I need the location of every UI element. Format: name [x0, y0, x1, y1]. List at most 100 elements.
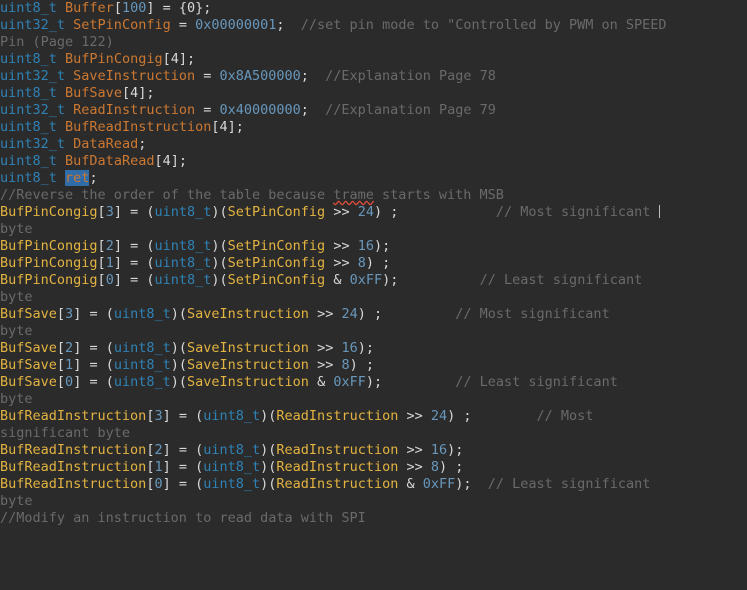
code-line[interactable]: uint8_t BufReadInstruction[4]; — [0, 119, 747, 136]
code-line[interactable]: BufSave[2] = (uint8_t)(SaveInstruction >… — [0, 340, 747, 357]
identifier: ReadInstruction — [73, 102, 196, 118]
code-line[interactable]: BufPinCongig[1] = (uint8_t)(SetPinConfig… — [0, 255, 747, 272]
comment-continuation: byte — [0, 289, 33, 305]
code-line[interactable]: uint32_t SaveInstruction = 0x8A500000; /… — [0, 68, 747, 85]
code-line[interactable]: BufPinCongig[2] = (uint8_t)(SetPinConfig… — [0, 238, 747, 255]
code-line[interactable]: byte — [0, 289, 747, 306]
source-variable: SaveInstruction — [187, 340, 309, 356]
shift-amount: 8 — [430, 459, 439, 475]
hex-literal: 0x00000001 — [195, 17, 277, 33]
bracket-open: [ — [97, 272, 106, 288]
type-keyword: uint8_t — [0, 119, 57, 135]
code-line[interactable]: uint32_t SetPinConfig = 0x00000001; //se… — [0, 17, 747, 34]
code-line[interactable]: BufReadInstruction[3] = (uint8_t)(ReadIn… — [0, 408, 747, 425]
assign-target: BufReadInstruction — [0, 476, 147, 492]
trailing-comment: // Most significant — [495, 204, 659, 220]
code-line[interactable]: BufPinCongig[0] = (uint8_t)(SetPinConfig… — [0, 272, 747, 289]
bracket-open: [ — [56, 306, 66, 322]
line-comment: //Modify an instruction to read data wit… — [0, 510, 366, 526]
shift-amount: 24 — [357, 204, 374, 220]
type-keyword: uint8_t — [0, 170, 57, 186]
text-cursor — [659, 205, 661, 218]
comment-continuation: significant byte — [0, 425, 131, 441]
assign-target: BufSave — [0, 374, 57, 390]
array-decl: [4]; — [162, 51, 196, 67]
selected-identifier[interactable]: ret — [65, 170, 90, 186]
bracket-open: [ — [56, 340, 66, 356]
code-line[interactable]: BufSave[3] = (uint8_t)(SaveInstruction >… — [0, 306, 747, 323]
bracket-close: ] — [146, 0, 155, 16]
line-comment: //Explanation Page 79 — [308, 102, 496, 118]
array-decl: [4]; — [211, 119, 244, 135]
assign-operator: = ( — [170, 442, 204, 458]
code-line[interactable]: byte — [0, 391, 747, 408]
code-line[interactable]: //Reverse the order of the table because… — [0, 187, 747, 204]
code-line[interactable]: byte — [0, 221, 747, 238]
shift-amount: 8 — [357, 255, 366, 271]
code-line[interactable]: uint8_t Buffer[100] = {0}; — [0, 0, 747, 17]
code-line[interactable]: //Modify an instruction to read data wit… — [0, 510, 747, 527]
cast-type: uint8_t — [113, 306, 171, 322]
mask-value: 0xFF — [422, 476, 456, 492]
cast-type: uint8_t — [154, 238, 212, 254]
comment-continuation: byte — [0, 391, 33, 407]
statement-tail: ) ; — [365, 255, 391, 271]
code-editor[interactable]: uint8_t Buffer[100] = {0}; uint32_t SetP… — [0, 0, 747, 590]
code-line[interactable]: uint8_t BufSave[4]; — [0, 85, 747, 102]
code-line[interactable]: uint32_t DataRead; — [0, 136, 747, 153]
code-line[interactable]: uint8_t ret; — [0, 170, 747, 187]
source-variable: SetPinConfig — [227, 255, 326, 271]
code-line[interactable]: BufSave[0] = (uint8_t)(SaveInstruction &… — [0, 374, 747, 391]
bracket-close: ] — [162, 459, 171, 475]
code-line[interactable]: byte — [0, 493, 747, 510]
code-line[interactable]: BufReadInstruction[2] = (uint8_t)(ReadIn… — [0, 442, 747, 459]
paren: )( — [260, 476, 277, 492]
paren: )( — [170, 340, 188, 356]
source-variable: ReadInstruction — [276, 408, 399, 424]
shift-operator: >> — [308, 306, 342, 322]
code-line[interactable]: BufSave[1] = (uint8_t)(SaveInstruction >… — [0, 357, 747, 374]
assign-operator: = ( — [81, 374, 114, 390]
code-line[interactable]: Pin (Page 122) — [0, 34, 747, 51]
array-index: 0 — [154, 476, 163, 492]
assign-operator: = — [195, 102, 220, 118]
assign-operator: = — [170, 17, 196, 33]
code-line[interactable]: significant byte — [0, 425, 747, 442]
code-line[interactable]: BufReadInstruction[1] = (uint8_t)(ReadIn… — [0, 459, 747, 476]
identifier: DataRead — [73, 136, 139, 152]
source-variable: SetPinConfig — [227, 204, 326, 220]
bracket-close: ] — [162, 476, 171, 492]
assign-target: BufPinCongig — [0, 272, 98, 288]
array-index: 2 — [105, 238, 114, 254]
code-line[interactable]: BufReadInstruction[0] = (uint8_t)(ReadIn… — [0, 476, 747, 493]
trailing-comment: // Least significant — [479, 272, 643, 288]
identifier: BufDataRead — [65, 153, 155, 169]
assign-target: BufSave — [0, 306, 57, 322]
shift-amount: 16 — [357, 238, 374, 254]
comment-continuation: byte — [0, 323, 33, 339]
cast-type: uint8_t — [113, 340, 171, 356]
code-line[interactable]: uint8_t BufDataRead[4]; — [0, 153, 747, 170]
type-keyword: uint32_t — [0, 136, 66, 152]
code-line[interactable]: byte — [0, 323, 747, 340]
cast-type: uint8_t — [203, 442, 261, 458]
code-line[interactable]: uint8_t BufPinCongig[4]; — [0, 51, 747, 68]
semicolon: ; — [276, 17, 285, 33]
paren: )( — [211, 272, 228, 288]
identifier: BufReadInstruction — [65, 119, 212, 135]
array-decl: [4]; — [154, 153, 187, 169]
mask-operator: & — [325, 272, 350, 288]
line-comment: //Reverse the order of the table because — [0, 187, 334, 203]
misspelled-word[interactable]: trame — [333, 187, 374, 203]
code-line[interactable]: BufPinCongig[3] = (uint8_t)(SetPinConfig… — [0, 204, 747, 221]
mask-operator: & — [398, 476, 423, 492]
code-line[interactable]: uint32_t ReadInstruction = 0x40000000; /… — [0, 102, 747, 119]
bracket-close: ] — [162, 408, 171, 424]
paren: )( — [170, 374, 188, 390]
